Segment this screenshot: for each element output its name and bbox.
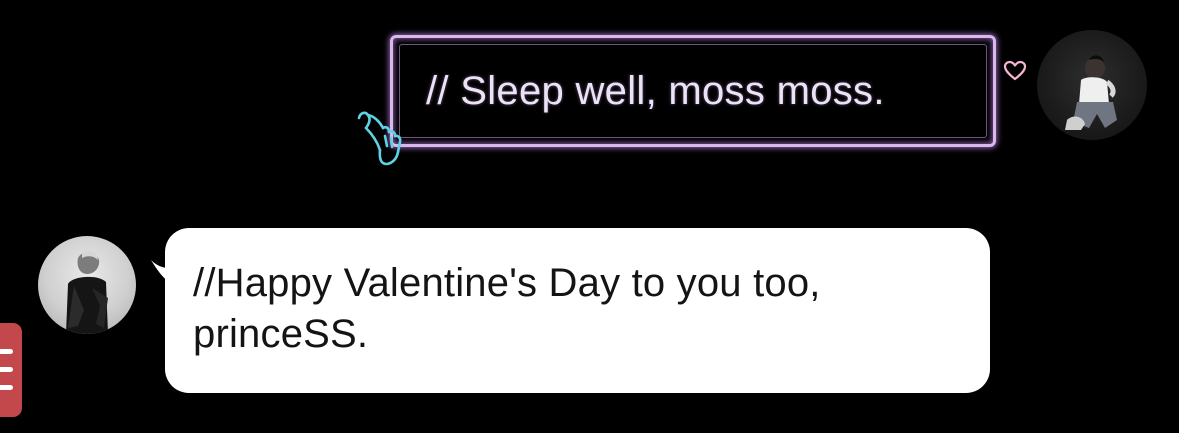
outgoing-message-bubble[interactable]: // Sleep well, moss moss. (390, 35, 996, 147)
contact-avatar[interactable] (38, 236, 136, 334)
finger-heart-hand-icon (357, 111, 402, 166)
menu-bar (0, 385, 13, 390)
menu-bar (0, 367, 13, 372)
sender-avatar[interactable] (1037, 30, 1147, 140)
incoming-message-text: //Happy Valentine's Day to you too, prin… (193, 261, 821, 356)
incoming-message-bubble[interactable]: //Happy Valentine's Day to you too, prin… (165, 228, 990, 393)
menu-icon[interactable] (0, 323, 22, 417)
menu-bar (0, 349, 13, 354)
heart-icon (1003, 60, 1027, 81)
outgoing-message-text: // Sleep well, moss moss. (426, 68, 885, 113)
